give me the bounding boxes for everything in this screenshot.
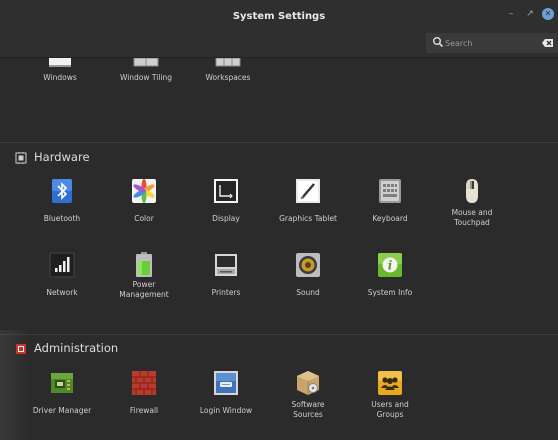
section-header-hardware: Hardware [0, 147, 558, 169]
settings-item-color[interactable]: Color [102, 178, 186, 224]
settings-item-mouse-touchpad[interactable]: Mouse and Touchpad [430, 178, 514, 228]
printer-icon [215, 254, 237, 276]
color-icon [132, 179, 156, 203]
clear-search-icon[interactable] [542, 37, 554, 49]
settings-item-graphics-tablet[interactable]: Graphics Tablet [266, 178, 350, 224]
window-tiling-icon [133, 58, 159, 67]
firewall-icon [132, 371, 156, 395]
settings-item-workspaces[interactable]: Workspaces [186, 58, 270, 83]
settings-item-software-sources[interactable]: Software Sources [266, 370, 350, 420]
section-header-administration: Administration [0, 338, 558, 360]
settings-item-login-window[interactable]: Login Window [184, 370, 268, 416]
settings-item-display[interactable]: Display [184, 178, 268, 224]
battery-icon [136, 252, 152, 277]
settings-item-label: Power Management [119, 280, 169, 299]
settings-item-label: Windows [43, 73, 77, 82]
search-input[interactable] [445, 36, 535, 50]
settings-item-sound[interactable]: Sound [266, 252, 350, 298]
settings-item-label: Firewall [129, 406, 159, 415]
settings-item-windows[interactable]: Windows [18, 58, 102, 83]
title-bar: System Settings – ↗ ✕ [0, 0, 558, 58]
settings-item-label: Driver Manager [32, 406, 92, 415]
display-icon [214, 179, 238, 203]
workspaces-icon [215, 58, 241, 67]
bluetooth-icon [52, 179, 72, 203]
settings-item-label: Graphics Tablet [279, 214, 337, 223]
settings-item-label: Workspaces [205, 73, 251, 82]
hardware-icon [15, 152, 27, 164]
settings-item-label: Login Window [199, 406, 253, 415]
section-title: Administration [34, 341, 119, 355]
settings-item-users-groups[interactable]: Users and Groups [348, 370, 432, 420]
settings-item-label: Printers [211, 288, 241, 297]
settings-item-network[interactable]: Network [20, 252, 104, 298]
settings-item-label: Network [46, 288, 78, 297]
svg-text:i: i [388, 259, 393, 273]
software-sources-icon [297, 371, 319, 395]
login-window-icon [214, 371, 238, 395]
speaker-icon [296, 253, 320, 277]
search-box[interactable] [426, 33, 558, 53]
settings-item-label: Users and Groups [371, 400, 409, 419]
settings-item-label: Software Sources [291, 400, 325, 419]
info-icon: i [378, 253, 402, 277]
settings-item-system-info[interactable]: i System Info [348, 252, 432, 298]
search-icon [433, 37, 444, 48]
settings-item-label: Window Tiling [119, 73, 173, 82]
settings-item-printers[interactable]: Printers [184, 252, 268, 298]
settings-item-firewall[interactable]: Firewall [102, 370, 186, 416]
settings-item-keyboard[interactable]: Keyboard [348, 178, 432, 224]
window-title: System Settings [232, 11, 326, 22]
windows-icon [49, 58, 71, 67]
section-divider [0, 142, 558, 143]
graphics-tablet-icon [296, 179, 320, 203]
maximize-button[interactable]: ↗ [524, 8, 536, 20]
settings-item-label: Keyboard [372, 214, 408, 223]
settings-item-label: Mouse and Touchpad [451, 208, 493, 227]
mouse-icon [466, 179, 478, 203]
settings-item-label: Sound [296, 288, 320, 297]
settings-item-bluetooth[interactable]: Bluetooth [20, 178, 104, 224]
settings-item-label: Color [134, 214, 154, 223]
settings-content: Windows Window Tiling Workspaces Hardwar… [0, 58, 558, 440]
keyboard-icon [379, 179, 401, 203]
driver-manager-icon [51, 373, 73, 393]
minimize-button[interactable]: – [505, 8, 517, 20]
background-highlight [0, 330, 30, 440]
network-icon [49, 252, 75, 278]
section-title: Hardware [34, 150, 90, 164]
settings-item-label: Display [212, 214, 240, 223]
settings-item-window-tiling[interactable]: Window Tiling [104, 58, 188, 83]
close-button[interactable]: ✕ [542, 8, 554, 20]
settings-item-power-management[interactable]: Power Management [102, 252, 186, 300]
settings-item-label: Bluetooth [43, 214, 81, 223]
section-divider [0, 334, 558, 335]
settings-item-label: System Info [367, 288, 413, 297]
users-groups-icon [378, 371, 402, 395]
settings-item-driver-manager[interactable]: Driver Manager [20, 370, 104, 416]
